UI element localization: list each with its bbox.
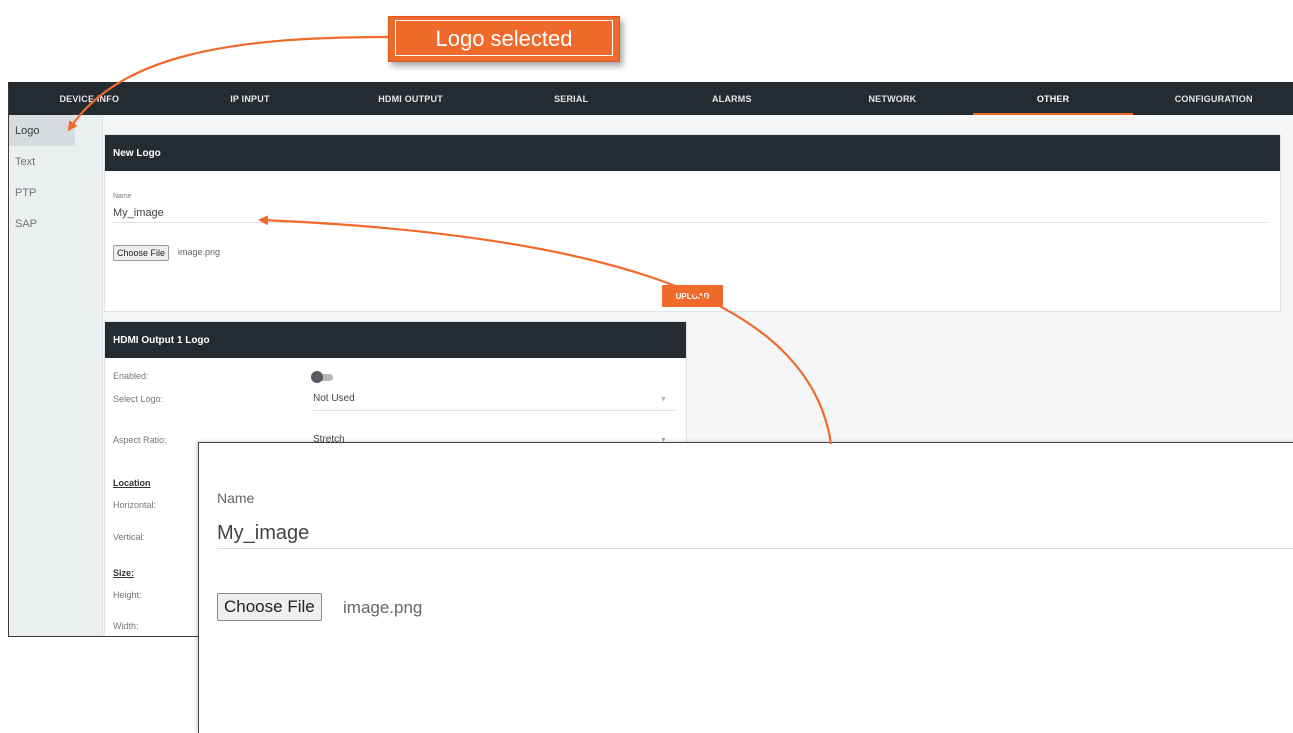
tab-label: NETWORK: [868, 93, 917, 104]
zoom-underline: [217, 548, 1293, 549]
zoom-detail-panel: Name My_image Choose File image.png: [198, 442, 1293, 733]
height-label: Height:: [113, 590, 142, 600]
card-title: HDMI Output 1 Logo: [113, 334, 210, 346]
callout-text: Logo selected: [435, 26, 573, 51]
select-underline: [313, 410, 676, 411]
tab-serial[interactable]: SERIAL: [491, 82, 652, 115]
sidebar-item-label: Logo: [15, 124, 40, 137]
tab-label: OTHER: [1036, 93, 1070, 104]
tab-hdmi-output[interactable]: HDMI OUTPUT: [330, 82, 491, 115]
sidebar-item-text[interactable]: Text: [9, 146, 102, 177]
tab-label: IP INPUT: [230, 93, 270, 104]
zoom-file-name: image.png: [343, 598, 423, 617]
select-logo-label: Select Logo:: [113, 394, 164, 404]
card-title: New Logo: [113, 147, 161, 159]
tab-network[interactable]: NETWORK: [812, 82, 973, 115]
tab-label: ALARMS: [711, 93, 752, 104]
sidebar-item-label: SAP: [15, 217, 38, 230]
select-logo-dropdown[interactable]: Not Used: [313, 393, 355, 404]
sidebar-item-ptp[interactable]: PTP: [9, 177, 102, 208]
choose-file-button[interactable]: Choose File: [113, 245, 170, 261]
name-input[interactable]: My_image: [113, 207, 164, 219]
zoom-choose-file-button: Choose File: [217, 593, 322, 621]
name-label: Name: [113, 193, 132, 200]
location-heading: Location: [113, 478, 151, 488]
file-name: image.png: [178, 247, 221, 257]
zoom-name-label: Name: [217, 490, 255, 506]
toggle-knob: [311, 371, 323, 383]
aspect-ratio-label: Aspect Ratio:: [113, 435, 167, 445]
sidebar-item-label: Text: [15, 155, 36, 168]
name-underline: [113, 222, 1268, 223]
size-heading: Size:: [113, 568, 135, 578]
top-nav: DEVICE INFO IP INPUT HDMI OUTPUT SERIAL …: [9, 82, 1293, 115]
tab-label: CONFIGURATION: [1174, 93, 1253, 104]
sidebar: Logo Text PTP SAP: [9, 115, 103, 636]
new-logo-header: New Logo: [105, 135, 1280, 171]
enabled-toggle[interactable]: [311, 371, 335, 383]
sidebar-item-sap[interactable]: SAP: [9, 208, 102, 239]
tab-label: SERIAL: [554, 93, 589, 104]
tab-ip-input[interactable]: IP INPUT: [170, 82, 331, 115]
tab-device-info[interactable]: DEVICE INFO: [9, 82, 170, 115]
enabled-label: Enabled:: [113, 371, 149, 381]
width-label: Width:: [113, 621, 139, 631]
tab-alarms[interactable]: ALARMS: [652, 82, 813, 115]
tab-label: HDMI OUTPUT: [378, 93, 443, 104]
new-logo-card: New Logo Name My_image Choose File image…: [104, 134, 1281, 312]
sidebar-item-label: PTP: [15, 186, 37, 199]
horizontal-label: Horizontal:: [113, 500, 157, 510]
upload-label: UPLOAD: [675, 291, 710, 301]
hdmi-logo-header: HDMI Output 1 Logo: [105, 322, 686, 358]
logo-selected-callout: Logo selected: [388, 16, 620, 62]
tab-other[interactable]: OTHER: [972, 82, 1134, 115]
sidebar-item-logo[interactable]: Logo: [9, 115, 75, 146]
tab-configuration[interactable]: CONFIGURATION: [1133, 82, 1293, 115]
vertical-label: Vertical:: [113, 532, 146, 542]
zoom-name-value: My_image: [217, 522, 310, 544]
upload-button[interactable]: UPLOAD: [662, 285, 723, 307]
tab-label: DEVICE INFO: [59, 93, 120, 104]
chevron-down-icon[interactable]: ▼: [660, 396, 667, 403]
